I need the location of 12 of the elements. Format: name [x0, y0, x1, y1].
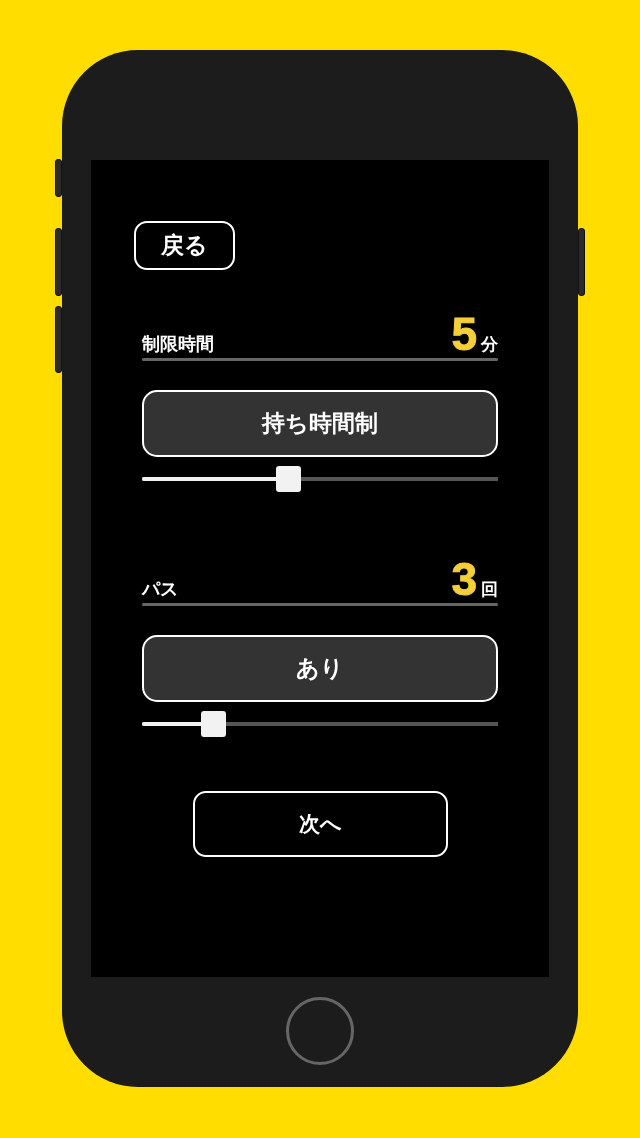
mode-button[interactable]: 持ち時間制: [142, 390, 498, 457]
setting-label: 制限時間: [142, 335, 214, 353]
value-unit: 回: [481, 581, 498, 598]
setting-value: 3: [451, 556, 477, 602]
setting-label: パス: [142, 580, 178, 598]
back-button[interactable]: 戻る: [134, 221, 235, 270]
slider-thumb[interactable]: [275, 466, 301, 492]
next-button[interactable]: 次へ: [192, 791, 448, 857]
value-unit: 分: [481, 336, 498, 353]
setting-value: 5: [451, 311, 477, 357]
mode-button[interactable]: あり: [142, 635, 498, 702]
slider-thumb[interactable]: [201, 711, 227, 737]
